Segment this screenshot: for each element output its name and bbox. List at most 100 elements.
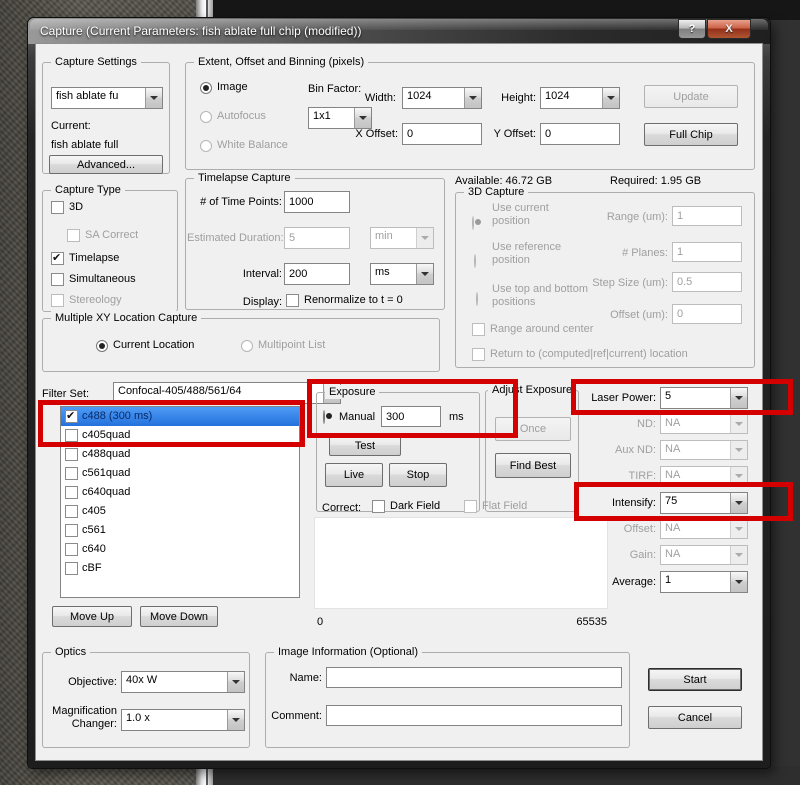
average-dropdown[interactable]: 1 [660, 571, 748, 593]
correct-label: Correct: [322, 502, 362, 514]
manual-label: Manual [339, 411, 376, 423]
magnification-changer-dropdown[interactable]: 1.0 x [121, 709, 245, 731]
radio-autofocus[interactable]: Autofocus [200, 110, 266, 123]
checkbox-range-around-center[interactable]: Range around center [472, 323, 593, 336]
radio-multipoint-list[interactable]: Multipoint List [241, 339, 325, 352]
checkbox-return-to-location[interactable]: Return to (computed|ref|current) locatio… [472, 348, 688, 361]
advanced-button[interactable]: Advanced... [49, 155, 163, 174]
chevron-down-icon[interactable] [227, 710, 244, 730]
checkbox-renormalize[interactable]: Renormalize to t = 0 [286, 294, 403, 307]
interval-input[interactable] [284, 263, 350, 285]
required-space-label: Required: 1.95 GB [610, 175, 702, 187]
chevron-down-icon[interactable] [416, 264, 433, 284]
extent-legend: Extent, Offset and Binning (pixels) [194, 55, 369, 69]
objective-dropdown[interactable]: 40x W [121, 671, 245, 693]
y-offset-input[interactable] [540, 123, 620, 145]
checkbox-icon [51, 273, 64, 286]
capture-type-legend: Capture Type [51, 183, 125, 197]
use-top-bottom-label: Use top and bottom positions [492, 283, 589, 308]
checkbox-icon[interactable] [65, 429, 78, 442]
intensify-dropdown[interactable]: 75 [660, 492, 748, 514]
exposure-unit-label: ms [449, 411, 464, 423]
checkbox-flat-field[interactable]: Flat Field [464, 500, 527, 513]
radio-image[interactable]: Image [200, 81, 248, 94]
capture-dialog: Capture (Current Parameters: fish ablate… [28, 18, 770, 768]
checkbox-3d[interactable]: 3D [51, 201, 83, 214]
checkbox-icon[interactable] [65, 409, 78, 423]
width-dropdown[interactable]: 1024 [402, 87, 482, 109]
list-item-c405[interactable]: c405 [61, 502, 299, 521]
help-button[interactable]: ? [678, 19, 706, 39]
radio-manual-exposure[interactable] [323, 410, 325, 424]
checkbox-icon[interactable] [65, 562, 78, 575]
radio-use-current-position[interactable] [472, 216, 474, 230]
capture-settings-group: Capture Settings fish ablate fu Current:… [42, 55, 170, 174]
chevron-down-icon[interactable] [145, 88, 162, 108]
x-offset-input[interactable] [402, 123, 482, 145]
checkbox-icon[interactable] [65, 448, 78, 461]
list-item-c640[interactable]: c640 [61, 540, 299, 559]
camera-offset-label: Offset: [623, 523, 656, 535]
chevron-down-icon[interactable] [730, 572, 747, 592]
checkbox-timelapse[interactable]: Timelapse [51, 251, 119, 265]
checkbox-simultaneous[interactable]: Simultaneous [51, 273, 136, 286]
bin-factor-dropdown[interactable]: 1x1 [308, 107, 372, 129]
chevron-down-icon[interactable] [730, 493, 747, 513]
checkbox-icon[interactable] [65, 524, 78, 537]
histogram-max-label: 65535 [576, 616, 607, 628]
move-down-button[interactable]: Move Down [140, 606, 218, 627]
interval-unit-dropdown[interactable]: ms [370, 263, 434, 285]
list-item-c561quad[interactable]: c561quad [61, 464, 299, 483]
list-item-c561[interactable]: c561 [61, 521, 299, 540]
live-button[interactable]: Live [325, 463, 383, 487]
estimated-duration-input [284, 227, 350, 249]
chevron-down-icon[interactable] [227, 672, 244, 692]
timelapse-legend: Timelapse Capture [194, 171, 295, 185]
filter-set-dropdown[interactable]: Confocal-405/488/561/64 [113, 382, 341, 404]
list-item-c488quad[interactable]: c488quad [61, 445, 299, 464]
image-info-group: Image Information (Optional) Name: Comme… [265, 645, 630, 748]
height-dropdown[interactable]: 1024 [540, 87, 620, 109]
laser-power-dropdown[interactable]: 5 [660, 387, 748, 409]
chevron-down-icon[interactable] [602, 88, 619, 108]
cancel-button[interactable]: Cancel [648, 706, 742, 729]
help-icon: ? [688, 23, 696, 35]
radio-use-reference-position[interactable] [474, 254, 476, 268]
width-label: Width: [364, 92, 396, 104]
list-item-c488[interactable]: c488 (300 ms) [61, 407, 299, 426]
radio-use-top-bottom[interactable] [476, 292, 478, 306]
name-input[interactable] [326, 667, 622, 688]
gain-dropdown: NA [660, 545, 748, 565]
checkbox-icon[interactable] [65, 467, 78, 480]
chevron-down-icon[interactable] [354, 108, 371, 128]
comment-input[interactable] [326, 705, 622, 726]
checkbox-stereology[interactable]: Stereology [51, 294, 122, 307]
stop-button[interactable]: Stop [389, 463, 447, 487]
intensify-label: Intensify: [611, 497, 656, 509]
exposure-time-input[interactable] [381, 406, 441, 427]
checkbox-icon [286, 294, 299, 307]
chevron-down-icon[interactable] [464, 88, 481, 108]
list-item-c640quad[interactable]: c640quad [61, 483, 299, 502]
checkbox-icon[interactable] [65, 543, 78, 556]
checkbox-dark-field[interactable]: Dark Field [372, 500, 440, 513]
move-up-button[interactable]: Move Up [52, 606, 132, 627]
start-button[interactable]: Start [648, 668, 742, 691]
radio-white-balance[interactable]: White Balance [200, 139, 288, 152]
radio-current-location[interactable]: Current Location [96, 339, 194, 352]
list-item-cbf[interactable]: cBF [61, 559, 299, 578]
time-points-input[interactable] [284, 191, 350, 213]
update-button[interactable]: Update [644, 85, 738, 108]
full-chip-button[interactable]: Full Chip [644, 123, 738, 146]
capture-settings-preset-dropdown[interactable]: fish ablate fu [51, 87, 163, 109]
window-title: Capture (Current Parameters: fish ablate… [40, 24, 362, 38]
checkbox-icon[interactable] [65, 505, 78, 518]
nd-dropdown: NA [660, 414, 748, 434]
aux-nd-dropdown: NA [660, 440, 748, 460]
checkbox-sa-correct[interactable]: SA Correct [67, 229, 138, 242]
chevron-down-icon[interactable] [730, 388, 747, 408]
list-item-c405quad[interactable]: c405quad [61, 426, 299, 445]
checkbox-icon[interactable] [65, 486, 78, 499]
test-button[interactable]: Test [329, 435, 401, 456]
close-button[interactable]: X [707, 19, 751, 39]
